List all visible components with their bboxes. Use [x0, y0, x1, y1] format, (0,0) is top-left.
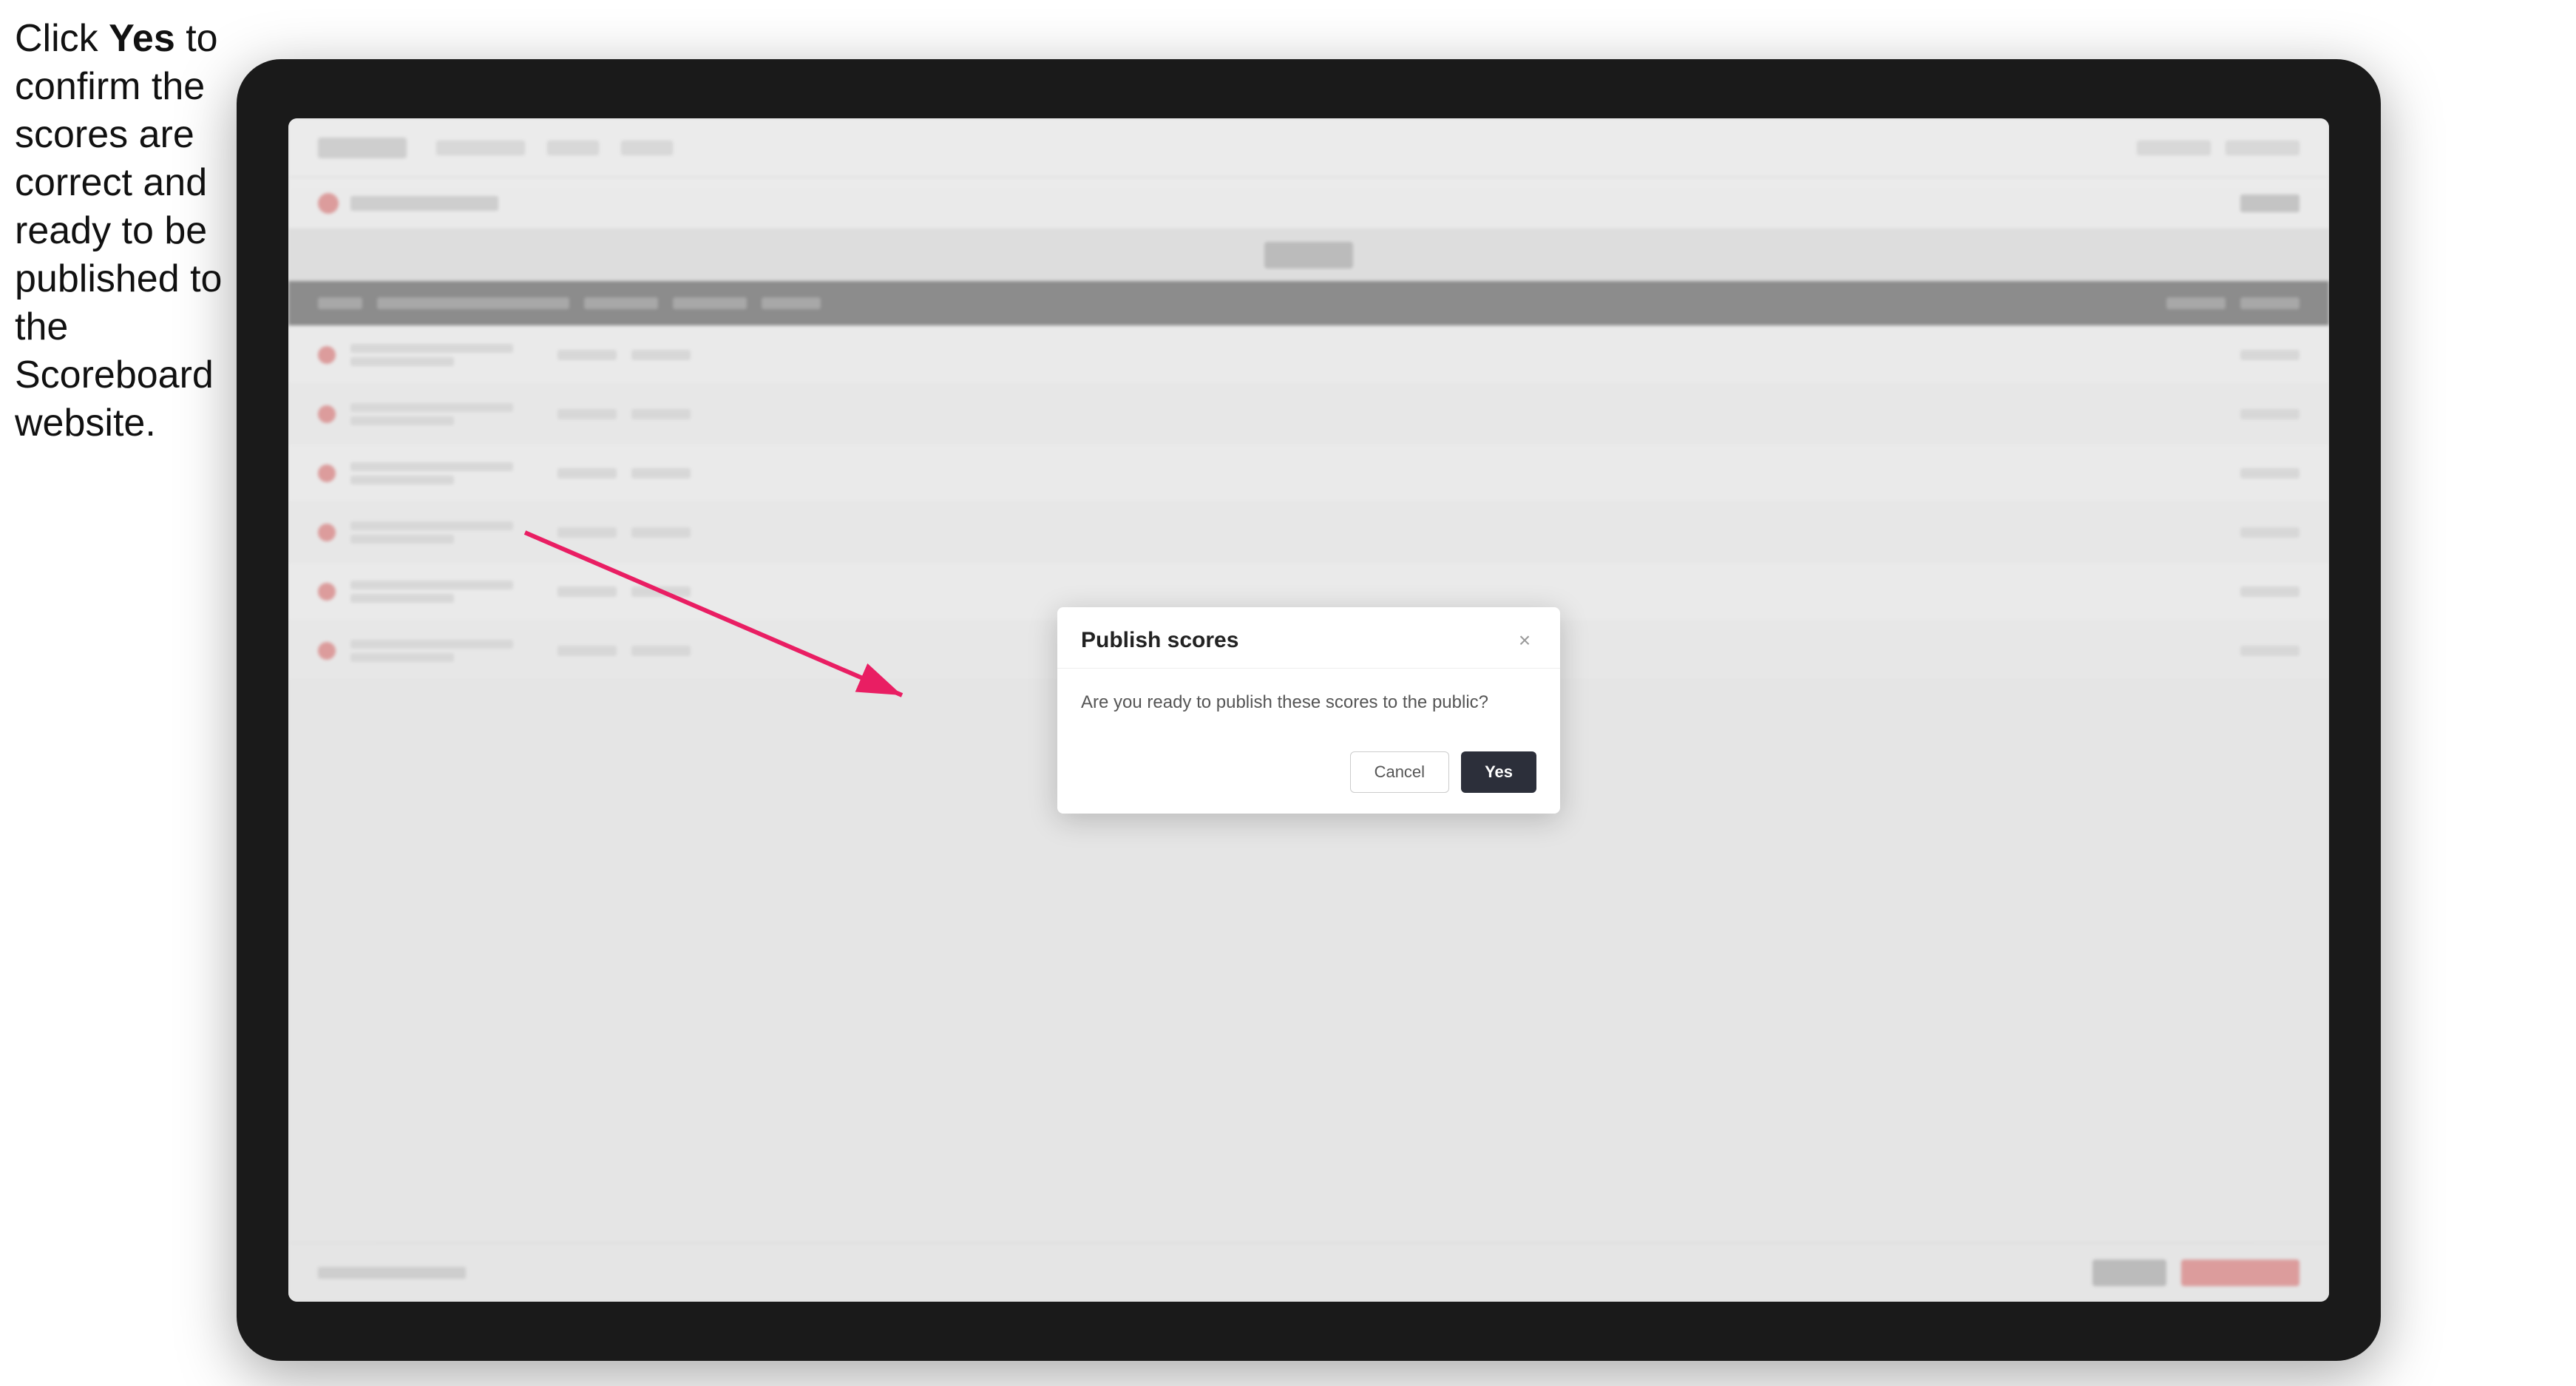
instruction-suffix: to confirm the scores are correct and re… — [15, 17, 222, 444]
instruction-bold: Yes — [109, 17, 175, 60]
tablet-screen: Publish scores × Are you ready to publis… — [288, 118, 2329, 1302]
publish-scores-modal: Publish scores × Are you ready to publis… — [1057, 607, 1560, 814]
modal-header: Publish scores × — [1057, 607, 1560, 669]
instruction-text: Click Yes to confirm the scores are corr… — [15, 15, 244, 447]
modal-confirm-button[interactable]: Yes — [1461, 751, 1536, 793]
modal-backdrop: Publish scores × Are you ready to publis… — [288, 118, 2329, 1302]
modal-close-button[interactable]: × — [1513, 629, 1536, 652]
modal-title: Publish scores — [1081, 628, 1238, 653]
modal-cancel-button[interactable]: Cancel — [1350, 751, 1449, 793]
tablet-device: Publish scores × Are you ready to publis… — [237, 59, 2381, 1361]
modal-message: Are you ready to publish these scores to… — [1081, 689, 1536, 716]
modal-body: Are you ready to publish these scores to… — [1057, 669, 1560, 737]
instruction-prefix: Click — [15, 17, 109, 60]
modal-footer: Cancel Yes — [1057, 737, 1560, 814]
